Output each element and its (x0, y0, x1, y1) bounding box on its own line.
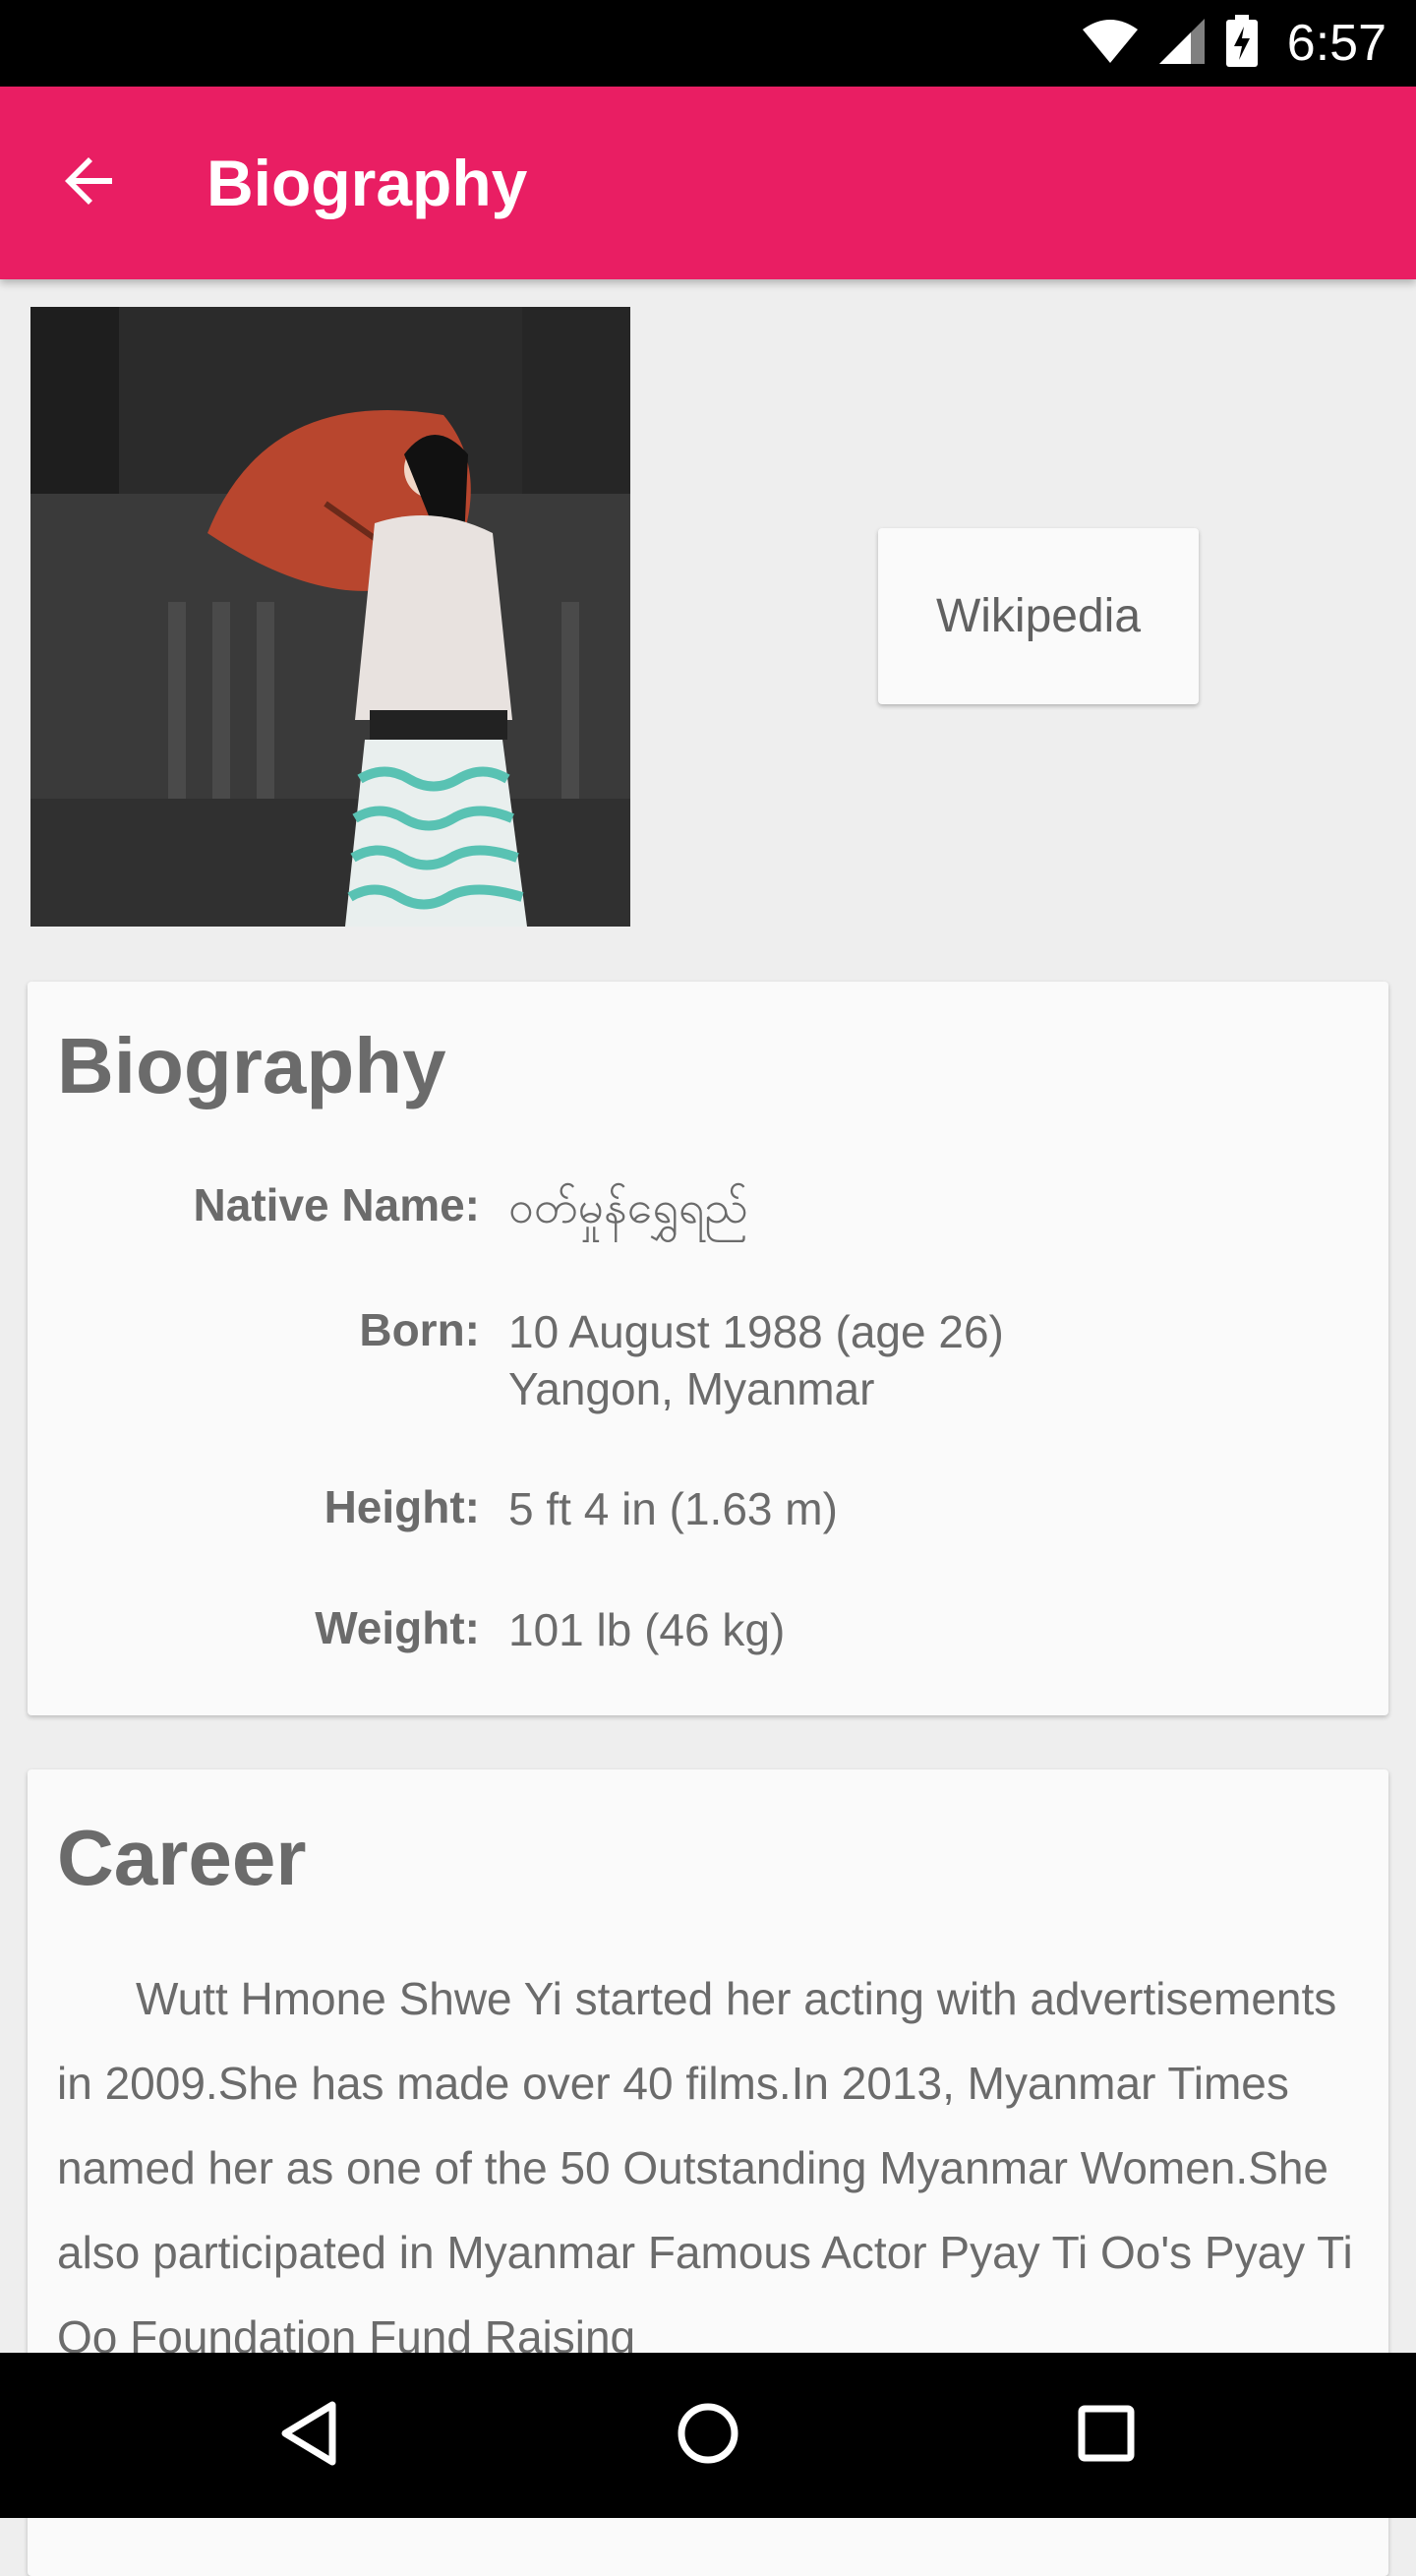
biography-card: Biography Native Name: ဝတ်မှုန်ရွှေရည် B… (28, 982, 1388, 1715)
native-name-value: ဝတ်မှုန်ရွှေရည် (508, 1180, 748, 1233)
home-circle-icon (674, 2399, 742, 2473)
height-value: 5 ft 4 in (1.63 m) (508, 1483, 838, 1534)
biography-title: Biography (57, 1022, 446, 1109)
battery-charging-icon (1224, 14, 1260, 73)
back-button[interactable] (43, 136, 138, 230)
nav-home-button[interactable] (649, 2376, 767, 2494)
weight-value: 101 lb (46 kg) (508, 1604, 786, 1655)
back-triangle-icon (275, 2399, 344, 2473)
navigation-bar (0, 2353, 1416, 2518)
native-name-label: Native Name: (193, 1179, 480, 1230)
app-bar: Biography (0, 87, 1416, 279)
born-place: Yangon, Myanmar (508, 1363, 875, 1414)
arrow-back-icon (59, 150, 122, 217)
wikipedia-button[interactable]: Wikipedia (878, 528, 1199, 704)
wifi-icon (1081, 18, 1140, 70)
recents-square-icon (1072, 2399, 1141, 2473)
weight-label: Weight: (315, 1602, 480, 1653)
status-icons: 6:57 (1081, 0, 1386, 87)
born-date: 10 August 1988 (age 26) (508, 1306, 1004, 1357)
nav-recents-button[interactable] (1047, 2376, 1165, 2494)
cell-signal-icon (1157, 17, 1207, 71)
career-title: Career (57, 1814, 307, 1901)
height-label: Height: (324, 1481, 480, 1532)
status-bar: 6:57 (0, 0, 1416, 87)
career-text: Wutt Hmone Shwe Yi started her acting wi… (57, 1973, 1353, 2363)
born-label: Born: (359, 1304, 480, 1355)
app-title: Biography (206, 147, 528, 219)
nav-back-button[interactable] (251, 2376, 369, 2494)
status-time: 6:57 (1286, 15, 1386, 72)
profile-photo (30, 307, 630, 927)
born-value: 10 August 1988 (age 26) Yangon, Myanmar (508, 1303, 1004, 1417)
